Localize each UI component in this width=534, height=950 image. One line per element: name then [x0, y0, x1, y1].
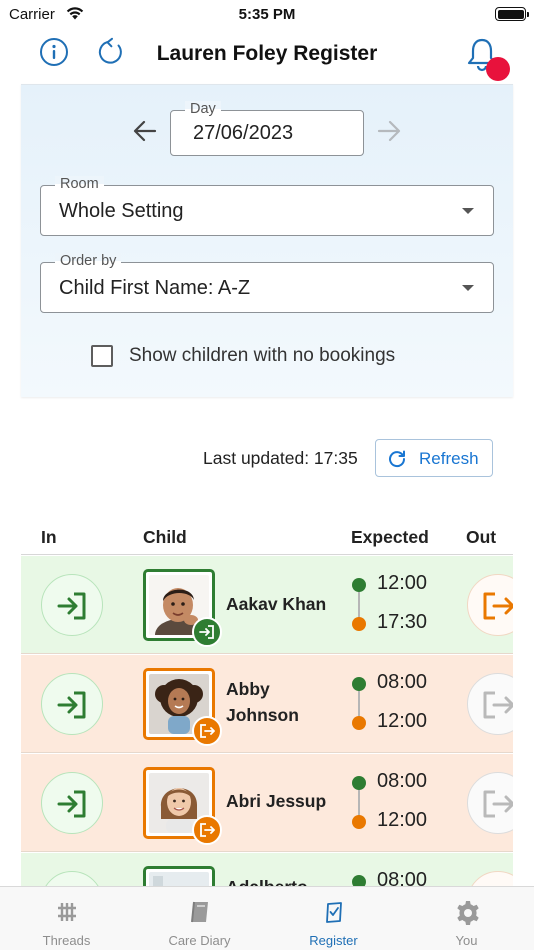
- order-by-label: Order by: [55, 253, 122, 269]
- expected-out-dot: [352, 617, 366, 631]
- sign-in-button[interactable]: [41, 772, 103, 834]
- sign-in-icon: [57, 691, 86, 719]
- child-photo[interactable]: [143, 668, 222, 746]
- gear-icon: [457, 901, 479, 925]
- tab-you-label: You: [455, 933, 478, 948]
- expected-in-time: 08:00: [377, 869, 428, 886]
- room-value: Whole Setting: [59, 200, 184, 222]
- sign-in-icon: [199, 625, 214, 639]
- app-header: Lauren Foley Register: [0, 30, 534, 82]
- sign-out-button[interactable]: [467, 574, 513, 636]
- book-icon: [191, 901, 208, 923]
- child-avatar: [149, 872, 209, 886]
- previous-day-arrow-icon[interactable]: [131, 117, 159, 145]
- tab-threads-label: Threads: [42, 933, 91, 948]
- refresh-button[interactable]: Refresh: [375, 439, 493, 477]
- column-header-expected: Expected: [351, 527, 429, 547]
- last-updated-text: Last updated: 17:35: [203, 448, 358, 468]
- table-row: Aakav Khan 12:00 17:30: [21, 556, 513, 654]
- expected-in-dot: [352, 578, 366, 592]
- sign-in-icon: [57, 592, 86, 620]
- table-row: Adalberto 08:00: [21, 853, 513, 886]
- tab-care-diary-label: Care Diary: [168, 933, 231, 948]
- show-no-bookings-label[interactable]: Show children with no bookings: [129, 345, 395, 367]
- room-label: Room: [55, 176, 104, 192]
- sign-out-icon: [200, 823, 215, 837]
- child-photo[interactable]: [143, 866, 215, 886]
- sign-out-button[interactable]: [467, 772, 513, 834]
- child-name[interactable]: Abby Johnson: [226, 676, 326, 728]
- expected-times: 08:00: [351, 869, 451, 886]
- sign-in-button[interactable]: [41, 574, 103, 636]
- refresh-button-label: Refresh: [419, 449, 479, 468]
- tab-register[interactable]: Register: [267, 887, 400, 950]
- order-by-select[interactable]: Order by Child First Name: A-Z: [40, 253, 494, 313]
- expected-times: 12:00 17:30: [351, 572, 451, 640]
- sign-out-icon: [483, 790, 513, 818]
- sign-out-icon: [483, 592, 513, 620]
- page-title: Lauren Foley Register: [156, 42, 378, 65]
- expected-out-time: 12:00: [377, 809, 428, 831]
- battery-icon: [495, 7, 529, 21]
- expected-in-dot: [352, 776, 366, 790]
- table-row: Abri Jessup 08:00 12:00: [21, 754, 513, 852]
- register-table-body: Aakav Khan 12:00 17:30 Abby Johnson 08:0…: [21, 556, 513, 886]
- sign-out-icon: [200, 724, 215, 738]
- day-field[interactable]: Day 27/06/2023: [170, 101, 364, 156]
- room-select[interactable]: Room Whole Setting: [40, 176, 494, 236]
- expected-in-time: 12:00: [377, 572, 428, 594]
- expected-in-time: 08:00: [377, 671, 428, 693]
- child-photo[interactable]: [143, 569, 222, 647]
- signed-out-badge: [192, 815, 222, 845]
- expected-out-time: 17:30: [377, 611, 428, 633]
- order-by-value: Child First Name: A-Z: [59, 277, 251, 299]
- expected-out-dot: [352, 716, 366, 730]
- sign-in-icon: [57, 790, 86, 818]
- register-table-header: In Child Expected Out: [21, 518, 513, 555]
- child-photo[interactable]: [143, 767, 222, 845]
- column-header-in: In: [41, 527, 57, 547]
- column-header-out: Out: [466, 527, 497, 547]
- tab-register-label: Register: [309, 933, 358, 948]
- clock: 5:35 PM: [238, 6, 296, 23]
- tab-you[interactable]: You: [400, 887, 533, 950]
- child-name[interactable]: Aakav Khan: [226, 591, 326, 617]
- notification-badge: [486, 57, 510, 81]
- expected-times: 08:00 12:00: [351, 770, 451, 838]
- signed-out-badge: [192, 716, 222, 746]
- table-row: Abby Johnson 08:00 12:00: [21, 655, 513, 753]
- dropdown-caret-icon: [462, 285, 474, 291]
- sign-in-button[interactable]: [41, 871, 103, 886]
- sign-out-button[interactable]: [467, 871, 513, 886]
- bottom-tab-bar: Threads Care Diary Register You: [0, 886, 534, 950]
- day-label: Day: [185, 101, 221, 117]
- tab-threads[interactable]: Threads: [0, 887, 133, 950]
- status-bar: Carrier 5:35 PM: [0, 0, 534, 30]
- dropdown-caret-icon: [462, 208, 474, 214]
- refresh-icon: [389, 450, 406, 468]
- expected-in-time: 08:00: [377, 770, 428, 792]
- expected-out-time: 12:00: [377, 710, 428, 732]
- sign-in-button[interactable]: [41, 673, 103, 735]
- signed-in-badge: [192, 617, 222, 647]
- expected-in-dot: [352, 875, 366, 886]
- next-day-arrow-icon[interactable]: [375, 117, 403, 145]
- tab-care-diary[interactable]: Care Diary: [133, 887, 266, 950]
- register-icon: [326, 902, 342, 923]
- sign-out-icon: [483, 691, 513, 719]
- child-name[interactable]: Abri Jessup: [226, 788, 326, 814]
- expected-out-dot: [352, 815, 366, 829]
- day-value: 27/06/2023: [193, 122, 294, 144]
- child-name[interactable]: Adalberto: [226, 874, 308, 886]
- show-no-bookings-checkbox[interactable]: [91, 345, 113, 367]
- expected-times: 08:00 12:00: [351, 671, 451, 739]
- expected-in-dot: [352, 677, 366, 691]
- sign-out-button[interactable]: [467, 673, 513, 735]
- column-header-child: Child: [143, 527, 187, 547]
- hash-icon: [58, 903, 76, 921]
